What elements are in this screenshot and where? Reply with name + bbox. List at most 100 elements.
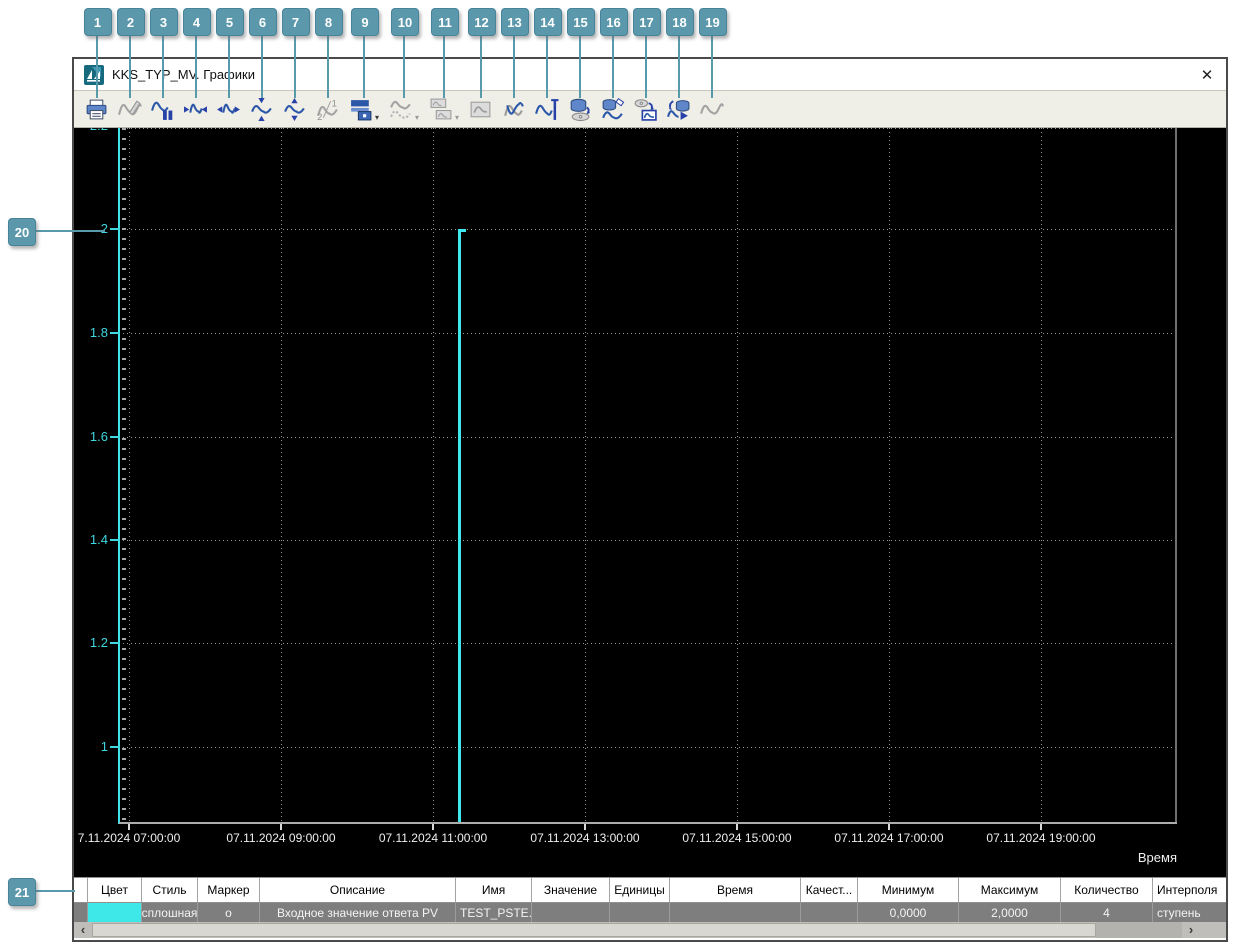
cell-name[interactable]: TEST_PSTE... [456, 903, 532, 922]
callout-badge-1: 1 [83, 8, 112, 36]
gridline-v [585, 128, 586, 822]
x-tick [128, 824, 130, 830]
callout-line-1 [95, 34, 98, 98]
trend-chart[interactable]: 2.2 2 1.8 1.6 1.4 1.2 1 7.11.2024 07:00:… [74, 128, 1226, 877]
callout-line-2 [128, 34, 131, 98]
col-header-count[interactable]: Количество [1061, 878, 1153, 903]
x-axis-label: 7.11.2024 07:00:00 [77, 831, 181, 845]
x-axis-label: 07.11.2024 11:00:00 [378, 831, 488, 845]
y-tick [110, 332, 120, 334]
col-header-min[interactable]: Минимум [858, 878, 959, 903]
cell-units[interactable] [610, 903, 670, 922]
x-axis-label: 07.11.2024 15:00:00 [682, 831, 792, 845]
close-button[interactable]: ✕ [1198, 66, 1216, 84]
callout-badge-18: 18 [665, 8, 694, 36]
trend-line-cap [458, 229, 466, 232]
scroll-left-button[interactable]: ‹ [74, 922, 92, 938]
cell-quality[interactable] [801, 903, 858, 922]
callout-line-5 [227, 34, 230, 98]
gridline-h [119, 540, 1177, 541]
callout-number: 7 [291, 14, 300, 30]
scroll-right-button[interactable]: › [1182, 922, 1200, 938]
trend-row[interactable]: сплошная o Входное значение ответа PV TE… [74, 903, 1226, 922]
callout-number: 20 [14, 224, 30, 240]
col-header-style[interactable]: Стиль [142, 878, 198, 903]
svg-text:1: 1 [332, 98, 337, 108]
callout-line-4 [194, 34, 197, 98]
col-header-value[interactable]: Значение [532, 878, 610, 903]
col-header-interpolation[interactable]: Интерполя [1153, 878, 1226, 903]
y-axis-label: 1.8 [89, 325, 108, 340]
callout-line-18 [677, 34, 680, 98]
callout-badge-5: 5 [215, 8, 244, 36]
callout-badge-4: 4 [182, 8, 211, 36]
x-tick [584, 824, 586, 830]
y-axis-label: 1.6 [89, 429, 108, 444]
cell-style[interactable]: сплошная [142, 903, 198, 922]
x-tick [736, 824, 738, 830]
trend-color-swatch[interactable] [88, 903, 142, 922]
cell-min[interactable]: 0,0000 [858, 903, 959, 922]
col-header-time[interactable]: Время [670, 878, 801, 903]
callout-badge-13: 13 [500, 8, 529, 36]
callout-line-10 [403, 34, 405, 98]
col-header-selector[interactable] [74, 878, 88, 903]
y-axis-line [118, 128, 120, 824]
callout-number: 10 [397, 14, 413, 30]
trend-window: KKS_TYP_MV. Графики ✕ 12 ▾ ▾ ▾ 2 1.8 1.6… [72, 57, 1228, 942]
cell-max[interactable]: 2,0000 [959, 903, 1061, 922]
horizontal-scrollbar[interactable]: ‹ › [74, 922, 1226, 938]
callout-badge-15: 15 [566, 8, 595, 36]
col-header-name[interactable]: Имя [456, 878, 532, 903]
col-header-marker[interactable]: Маркер [198, 878, 260, 903]
cell-marker[interactable]: o [198, 903, 260, 922]
title-bar[interactable]: KKS_TYP_MV. Графики ✕ [74, 59, 1226, 90]
gridline-h [119, 437, 1177, 438]
cell-count[interactable]: 4 [1061, 903, 1153, 922]
callout-number: 3 [159, 14, 168, 30]
callout-line-7 [293, 34, 296, 98]
col-header-description[interactable]: Описание [260, 878, 456, 903]
gridline-v [1041, 128, 1042, 822]
col-header-color[interactable]: Цвет [88, 878, 142, 903]
callout-badge-11: 11 [431, 8, 459, 36]
callout-number: 5 [225, 14, 234, 30]
y-axis-label: 1 [100, 739, 108, 754]
callout-line-12 [479, 34, 482, 98]
callout-line-20 [35, 230, 105, 232]
cell-selector[interactable] [74, 903, 88, 922]
toolbar: 12 ▾ ▾ ▾ [74, 90, 1226, 128]
y-axis-label: 1.4 [89, 532, 108, 547]
page: { "callouts": { "top": ["1","2","3","4",… [0, 0, 1236, 949]
cell-value[interactable] [532, 903, 610, 922]
callout-number: 21 [14, 884, 30, 900]
y-tick [110, 228, 120, 230]
callout-line-3 [161, 34, 164, 98]
col-header-max[interactable]: Максимум [959, 878, 1061, 903]
callout-line-21 [35, 890, 75, 892]
cell-time[interactable] [670, 903, 801, 922]
cell-description[interactable]: Входное значение ответа PV [260, 903, 456, 922]
window-title: KKS_TYP_MV. Графики [112, 67, 255, 82]
callout-line-6 [260, 34, 263, 98]
y-tick [110, 539, 120, 541]
callout-badge-6: 6 [248, 8, 277, 36]
callout-badge-19: 19 [698, 8, 727, 36]
callout-badge-7: 7 [281, 8, 310, 36]
cell-interpolation[interactable]: ступень [1153, 903, 1226, 922]
callout-badge-9: 9 [351, 8, 379, 36]
callout-line-11 [443, 34, 445, 98]
col-header-quality[interactable]: Качест... [801, 878, 858, 903]
callout-number: 2 [126, 14, 135, 30]
callout-number: 4 [192, 14, 201, 30]
scrollbar-track[interactable] [1096, 922, 1182, 938]
legend-table-header: Цвет Стиль Маркер Описание Имя Значение … [74, 878, 1226, 903]
callout-number: 14 [540, 14, 555, 30]
x-axis-line [119, 822, 1177, 824]
x-axis-label: 07.11.2024 13:00:00 [530, 831, 640, 845]
scrollbar-thumb[interactable] [92, 923, 1096, 937]
col-header-units[interactable]: Единицы [610, 878, 670, 903]
callout-badge-14: 14 [533, 8, 562, 36]
callout-number: 15 [573, 14, 588, 30]
legend-table: Цвет Стиль Маркер Описание Имя Значение … [74, 877, 1226, 922]
